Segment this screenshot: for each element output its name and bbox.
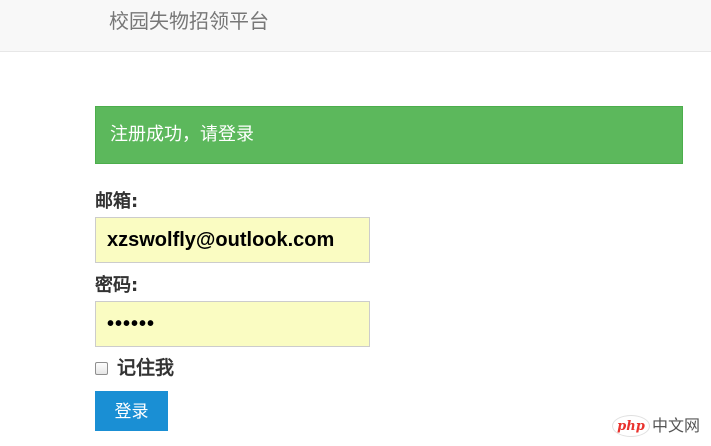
remember-label[interactable]: 记住我 xyxy=(117,357,174,379)
email-label: 邮箱: xyxy=(95,191,139,212)
email-field[interactable] xyxy=(95,217,370,263)
watermark: php 中文网 xyxy=(612,412,704,440)
php-logo-icon: php xyxy=(612,415,650,437)
remember-me[interactable]: 记住我 xyxy=(95,357,174,379)
password-field[interactable] xyxy=(95,301,370,347)
watermark-text: 中文网 xyxy=(652,416,701,435)
success-alert: 注册成功，请登录 xyxy=(95,106,683,164)
remember-checkbox[interactable] xyxy=(95,361,108,375)
navbar: 校园失物招领平台 xyxy=(0,0,711,52)
brand-title[interactable]: 校园失物招领平台 xyxy=(109,9,269,33)
login-button[interactable]: 登录 xyxy=(95,391,168,431)
password-label: 密码: xyxy=(95,275,139,296)
